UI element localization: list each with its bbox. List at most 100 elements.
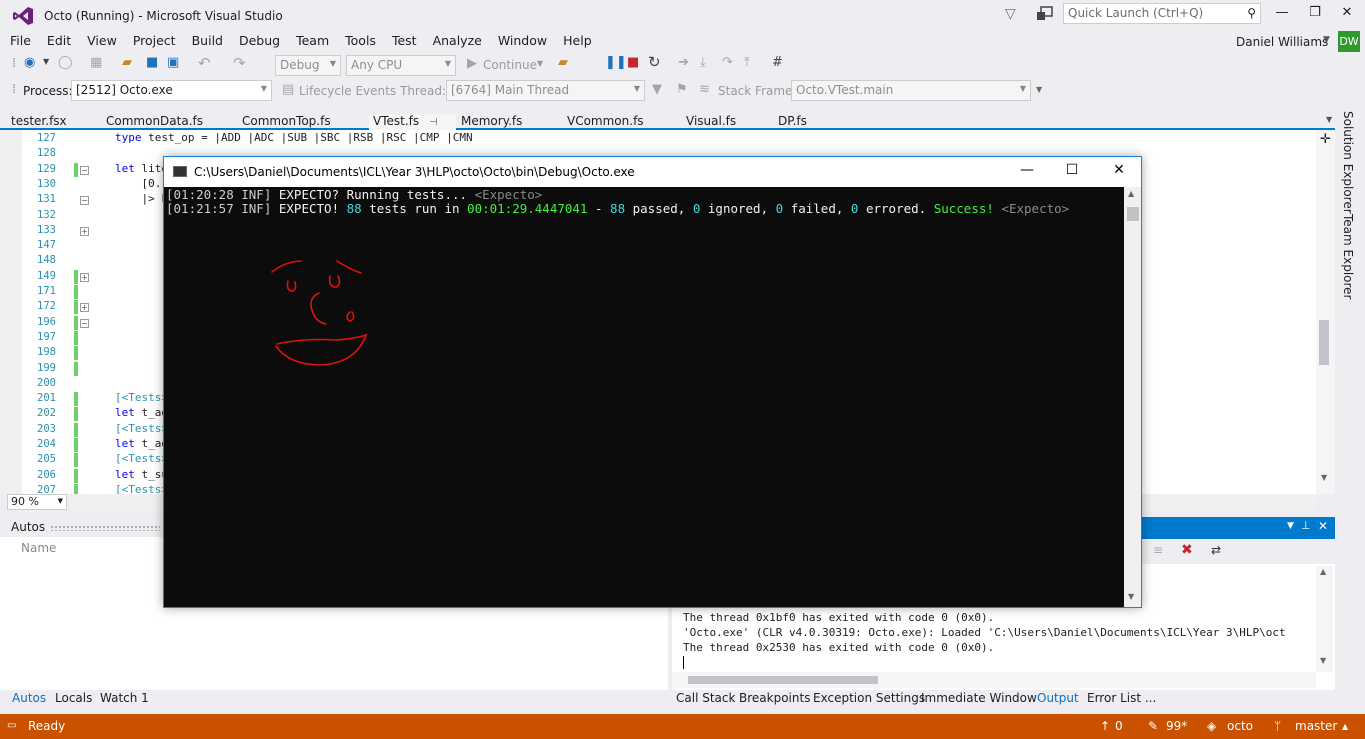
tab-locals[interactable]: Locals	[55, 691, 92, 705]
avatar[interactable]: DW	[1338, 31, 1360, 52]
scroll-up-icon[interactable]: ▲	[1128, 189, 1134, 198]
chevron-down-icon[interactable]: ▼	[537, 59, 543, 68]
scroll-thumb[interactable]	[1127, 207, 1139, 221]
menu-help[interactable]: Help	[555, 32, 600, 50]
collapse-icon[interactable]: −	[80, 165, 89, 175]
menu-test[interactable]: Test	[384, 32, 425, 50]
flag-threads-icon[interactable]: ⚑	[676, 82, 688, 97]
code-line[interactable]: type test_op = |ADD |ADC |SUB |SBC |RSB …	[115, 131, 473, 144]
split-editor-icon[interactable]: ✛	[1320, 132, 1331, 147]
menu-edit[interactable]: Edit	[39, 32, 79, 50]
clear-all-icon[interactable]: ✖	[1181, 542, 1193, 558]
branch-icon[interactable]: ᛘ	[1274, 719, 1281, 733]
save-icon[interactable]: ■	[146, 55, 158, 70]
pin-icon[interactable]: ⊣	[429, 117, 438, 128]
hex-display-icon[interactable]: #	[772, 55, 783, 70]
toolbar-grip-icon[interactable]: ⁞	[12, 82, 16, 97]
pending-changes-count[interactable]: 99*	[1166, 719, 1187, 733]
stack-frame-icon[interactable]: ≋	[699, 82, 710, 97]
solution-configuration-combo[interactable]: Debug ▼	[275, 55, 341, 76]
scroll-up-icon[interactable]: ▲	[1320, 567, 1326, 576]
tab-watch-1[interactable]: Watch 1	[100, 691, 149, 705]
continue-play-icon[interactable]: ▶	[467, 56, 477, 71]
navigate-forward-icon[interactable]: ◯	[58, 55, 73, 70]
code-line[interactable]: [<Tests>	[115, 452, 168, 465]
tab-call-stack[interactable]: Call Stack	[676, 691, 735, 705]
collapse-icon[interactable]: −	[80, 318, 89, 328]
continue-button[interactable]: Continue	[483, 58, 537, 72]
toolbar-grip-icon[interactable]: ⁞	[12, 56, 16, 71]
menu-debug[interactable]: Debug	[231, 32, 288, 50]
console-close-button[interactable]: ✕	[1109, 162, 1129, 182]
console-output[interactable]: [01:20:28 INF] EXPECTO? Running tests...…	[164, 187, 1124, 607]
tab-error-list[interactable]: Error List ...	[1087, 691, 1156, 705]
solution-explorer-tab[interactable]: Solution Explorer	[1341, 111, 1355, 214]
console-window[interactable]: C:\Users\Daniel\Documents\ICL\Year 3\HLP…	[163, 156, 1142, 608]
break-all-icon[interactable]: ❚❚	[605, 55, 627, 70]
redo-icon[interactable]: ↷	[233, 54, 246, 72]
menu-file[interactable]: File	[0, 32, 39, 50]
word-wrap-icon[interactable]: ⇄	[1211, 543, 1221, 557]
tab-visual-fs[interactable]: Visual.fs	[686, 114, 736, 128]
tab-breakpoints[interactable]: Breakpoints	[739, 691, 810, 705]
editor-vertical-scrollbar[interactable]: ✛ ▼	[1316, 130, 1335, 494]
unpublished-count[interactable]: 0	[1115, 719, 1123, 733]
step-over-icon[interactable]: ↷	[722, 55, 733, 70]
search-icon[interactable]: ⚲	[1247, 6, 1256, 20]
code-line[interactable]: let t_ad	[115, 406, 168, 419]
tab-memory-fs[interactable]: Memory.fs	[461, 114, 522, 128]
tab-dp-fs[interactable]: DP.fs	[778, 114, 807, 128]
undo-icon[interactable]: ↶	[198, 54, 211, 72]
restart-icon[interactable]: ↻	[648, 53, 661, 71]
lifecycle-events-button[interactable]: Lifecycle Events	[299, 84, 396, 98]
show-next-statement-icon[interactable]: ➔	[678, 55, 689, 70]
chevron-down-icon[interactable]: ▼	[1287, 521, 1294, 531]
toolbar-overflow-icon[interactable]: ▼	[1036, 85, 1042, 94]
navigate-back-icon[interactable]: ◉	[24, 55, 35, 70]
scroll-thumb[interactable]	[688, 676, 878, 684]
menu-project[interactable]: Project	[125, 32, 184, 50]
output-vertical-scrollbar[interactable]: ▲ ▼	[1316, 566, 1333, 672]
console-title-bar[interactable]: C:\Users\Daniel\Documents\ICL\Year 3\HLP…	[164, 157, 1141, 187]
code-line[interactable]: [<Tests>	[115, 422, 168, 435]
scroll-thumb[interactable]	[1319, 320, 1329, 365]
menu-view[interactable]: View	[79, 32, 125, 50]
open-file-icon[interactable]: ▰	[122, 55, 132, 70]
find-message-icon[interactable]: ≡	[1153, 543, 1163, 557]
chevron-down-icon[interactable]: ▼	[43, 57, 49, 66]
expand-icon[interactable]: +	[80, 226, 89, 236]
console-minimize-button[interactable]: —	[1017, 162, 1037, 182]
repository-name[interactable]: octo	[1227, 719, 1253, 733]
step-out-icon[interactable]: ⤒	[744, 55, 750, 70]
lifecycle-events-icon[interactable]: ▤	[282, 82, 294, 97]
code-line[interactable]: let lite	[115, 162, 168, 175]
quick-launch-input[interactable]: Quick Launch (Ctrl+Q) ⚲	[1063, 3, 1261, 24]
chevron-up-icon[interactable]: ▲	[1342, 722, 1348, 731]
collapse-icon[interactable]: −	[80, 196, 89, 206]
code-line[interactable]: let t_ad	[115, 437, 168, 450]
menu-window[interactable]: Window	[490, 32, 555, 50]
save-all-icon[interactable]: ▣	[167, 55, 179, 70]
panel-grip[interactable]	[50, 525, 160, 531]
branch-name[interactable]: master	[1295, 719, 1337, 733]
chevron-down-icon[interactable]: ▼	[1323, 35, 1330, 45]
filter-threads-icon[interactable]: ▼	[652, 82, 662, 97]
tab-vcommon-fs[interactable]: VCommon.fs	[567, 114, 644, 128]
close-icon[interactable]: ✕	[1318, 519, 1328, 533]
console-vertical-scrollbar[interactable]: ▲ ▼	[1124, 187, 1141, 607]
menu-tools[interactable]: Tools	[337, 32, 384, 50]
repository-icon[interactable]: ◈	[1207, 719, 1216, 733]
tab-commondata-fs[interactable]: CommonData.fs	[106, 114, 203, 128]
stack-frame-combo[interactable]: Octo.VTest.main ▼	[791, 80, 1031, 101]
close-button[interactable]: ✕	[1337, 5, 1357, 23]
scroll-down-icon[interactable]: ▼	[1320, 656, 1326, 665]
tab-commontop-fs[interactable]: CommonTop.fs	[242, 114, 331, 128]
stop-debugging-icon[interactable]: ■	[627, 55, 639, 70]
tab-autos[interactable]: Autos	[12, 691, 46, 705]
zoom-combo[interactable]: 90 % ▼	[7, 494, 67, 510]
publish-arrow-icon[interactable]: ↑	[1100, 719, 1110, 733]
tab-exception-settings[interactable]: Exception Settings	[813, 691, 925, 705]
pencil-icon[interactable]: ✎	[1148, 719, 1158, 733]
scroll-down-icon[interactable]: ▼	[1321, 473, 1327, 482]
tab-list-dropdown-icon[interactable]: ▼	[1326, 115, 1332, 124]
